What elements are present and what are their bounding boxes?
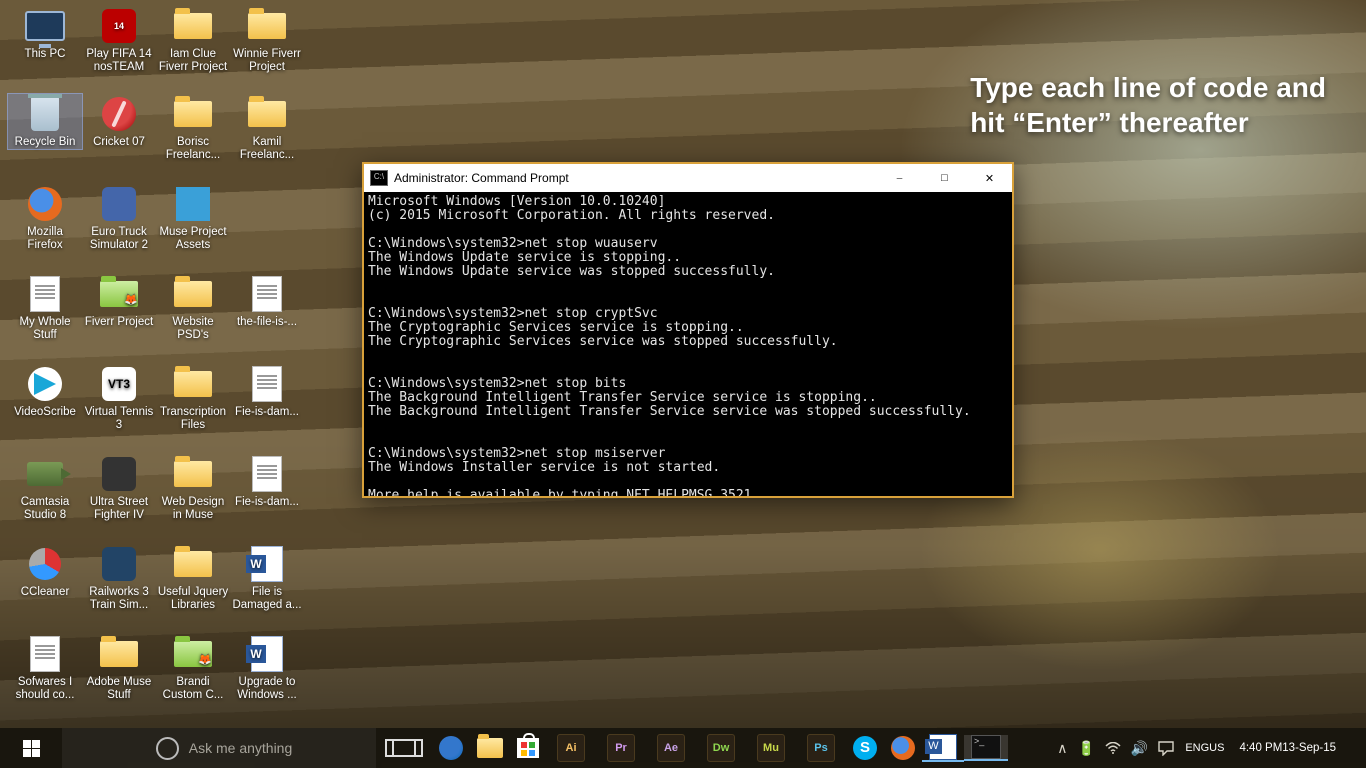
taskbar-app-premiere[interactable]: Pr	[596, 734, 646, 762]
taskbar-app-firefox[interactable]	[884, 736, 922, 760]
tray-overflow-button[interactable]: ∧	[1052, 740, 1072, 757]
taskbar-app-skype[interactable]: S	[846, 736, 884, 760]
command-prompt-window[interactable]: C:\ Administrator: Command Prompt – □ ✕ …	[362, 162, 1014, 498]
minimize-button[interactable]: –	[877, 164, 922, 192]
desktop-icon-softwares-i-should[interactable]: Sofwares I should co...	[8, 634, 82, 702]
desktop-icon-this-pc[interactable]: This PC	[8, 6, 82, 61]
desktop-icon-adobe-muse-stuff[interactable]: Adobe Muse Stuff	[82, 634, 156, 702]
desktop-icon-fie-is-dam-2[interactable]: Fie-is-dam...	[230, 454, 304, 509]
desktop-icon-web-design-muse[interactable]: Web Design in Muse	[156, 454, 230, 522]
desktop-icon-kamil-freelanc[interactable]: Kamil Freelanc...	[230, 94, 304, 162]
language-indicator[interactable]: ENG US	[1179, 742, 1230, 755]
start-button[interactable]	[0, 728, 62, 768]
desktop-icon-recycle-bin[interactable]: Recycle Bin	[8, 94, 82, 149]
desktop-icon-videoscribe[interactable]: VideoScribe	[8, 364, 82, 419]
taskbar-app-file-explorer[interactable]	[470, 738, 510, 758]
desktop-icon-play-fifa-14[interactable]: 14Play FIFA 14 nosTEAM	[82, 6, 156, 74]
desktop-icon-euro-truck-sim[interactable]: Euro Truck Simulator 2	[82, 184, 156, 252]
desktop-icon-winnie-fiverr[interactable]: Winnie Fiverr Project	[230, 6, 304, 74]
desktop-icon-borisc-freelanc[interactable]: Borisc Freelanc...	[156, 94, 230, 162]
desktop-icon-fie-is-dam-1[interactable]: Fie-is-dam...	[230, 364, 304, 419]
desktop-icon-mozilla-firefox[interactable]: Mozilla Firefox	[8, 184, 82, 252]
taskbar-app-cmd[interactable]: >_	[964, 735, 1008, 761]
annotation-line-1: Type each line of code and	[970, 70, 1326, 105]
desktop-icon-my-whole-stuff[interactable]: My Whole Stuff	[8, 274, 82, 342]
maximize-button[interactable]: □	[922, 164, 967, 192]
desktop-icon-railworks-3[interactable]: Railworks 3 Train Sim...	[82, 544, 156, 612]
desktop-icon-muse-project-assets[interactable]: Muse Project Assets	[156, 184, 230, 252]
task-view-icon	[392, 739, 416, 757]
desktop-icon-website-psds[interactable]: Website PSD's	[156, 274, 230, 342]
window-titlebar[interactable]: C:\ Administrator: Command Prompt – □ ✕	[364, 164, 1012, 192]
desktop-icon-cricket-07[interactable]: Cricket 07	[82, 94, 156, 149]
task-view-button[interactable]	[376, 728, 432, 768]
taskbar-app-store[interactable]	[510, 738, 546, 758]
desktop-icon-ultra-street-fighter[interactable]: Ultra Street Fighter IV	[82, 454, 156, 522]
system-tray: ∧ 🔋 🔊 ENG US 4:40 PM 13-Sep-15	[1052, 728, 1366, 768]
action-center-icon[interactable]	[1153, 741, 1179, 756]
desktop-icon-iam-clue-fiverr[interactable]: Iam Clue Fiverr Project	[156, 6, 230, 74]
clock-date: 13-Sep-15	[1282, 741, 1336, 755]
clock[interactable]: 4:40 PM 13-Sep-15	[1230, 741, 1345, 755]
close-button[interactable]: ✕	[967, 164, 1012, 192]
desktop-icon-file-is-damaged[interactable]: File is Damaged a...	[230, 544, 304, 612]
taskbar-app-photoshop[interactable]: Ps	[796, 734, 846, 762]
taskbar-app-edge[interactable]	[432, 736, 470, 760]
command-prompt-output[interactable]: Microsoft Windows [Version 10.0.10240] (…	[364, 192, 1012, 496]
search-placeholder: Ask me anything	[189, 740, 293, 756]
desktop-icon-camtasia-studio-8[interactable]: Camtasia Studio 8	[8, 454, 82, 522]
clock-time: 4:40 PM	[1239, 741, 1282, 755]
taskbar-app-after-effects[interactable]: Ae	[646, 734, 696, 762]
taskbar-app-dreamweaver[interactable]: Dw	[696, 734, 746, 762]
desktop-icon-brandi-custom[interactable]: 🦊Brandi Custom C...	[156, 634, 230, 702]
tutorial-annotation: Type each line of code and hit “Enter” t…	[970, 70, 1326, 140]
volume-icon[interactable]: 🔊	[1126, 740, 1153, 757]
taskbar: Ask me anything AiPrAeDwMuPsS >_ ∧ 🔋 🔊 EN…	[0, 728, 1366, 768]
windows-logo-icon	[23, 740, 40, 757]
cmd-icon: C:\	[370, 170, 388, 186]
desktop-icon-transcription-files[interactable]: Transcription Files	[156, 364, 230, 432]
desktop-icon-fiverr-project[interactable]: 🦊Fiverr Project	[82, 274, 156, 329]
annotation-line-2: hit “Enter” thereafter	[970, 105, 1326, 140]
desktop-icon-virtual-tennis-3[interactable]: VT3Virtual Tennis 3	[82, 364, 156, 432]
search-box[interactable]: Ask me anything	[62, 728, 376, 768]
window-title: Administrator: Command Prompt	[394, 171, 877, 185]
desktop-icon-ccleaner[interactable]: CCleaner	[8, 544, 82, 599]
taskbar-app-word[interactable]	[922, 734, 964, 762]
desktop[interactable]: This PC14Play FIFA 14 nosTEAMIam Clue Fi…	[0, 0, 1366, 728]
taskbar-app-muse[interactable]: Mu	[746, 734, 796, 762]
desktop-icon-useful-jquery[interactable]: Useful Jquery Libraries	[156, 544, 230, 612]
desktop-icon-the-file-is[interactable]: the-file-is-...	[230, 274, 304, 329]
taskbar-app-illustrator[interactable]: Ai	[546, 734, 596, 762]
cortana-icon	[156, 737, 179, 760]
wifi-icon[interactable]	[1100, 742, 1126, 754]
battery-icon[interactable]: 🔋	[1072, 740, 1099, 757]
desktop-icon-upgrade-to-windows[interactable]: Upgrade to Windows ...	[230, 634, 304, 702]
